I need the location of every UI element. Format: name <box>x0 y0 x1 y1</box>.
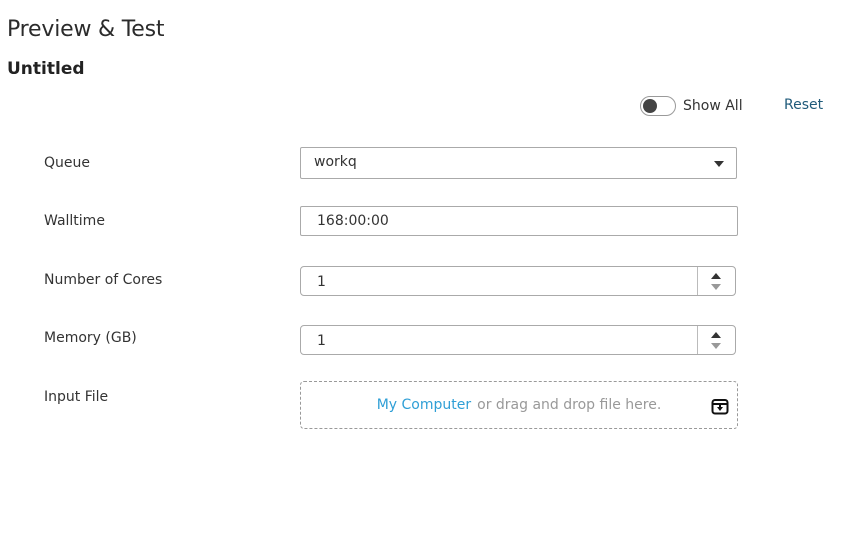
increment-icon[interactable] <box>711 273 721 279</box>
cores-input[interactable]: 1 <box>300 266 736 296</box>
queue-value: workq <box>314 154 357 170</box>
toggle-switch[interactable] <box>640 96 676 116</box>
form-name: Untitled <box>7 59 85 79</box>
decrement-icon[interactable] <box>711 284 721 290</box>
memory-input[interactable]: 1 <box>300 325 736 355</box>
show-all-toggle[interactable]: Show All <box>640 96 743 116</box>
cores-label: Number of Cores <box>44 272 163 288</box>
queue-select[interactable]: workq <box>300 147 737 179</box>
increment-icon[interactable] <box>711 332 721 338</box>
queue-label: Queue <box>44 155 90 171</box>
walltime-value: 168:00:00 <box>317 213 389 229</box>
input-file-label: Input File <box>44 389 109 405</box>
memory-value: 1 <box>317 333 326 349</box>
file-drop-zone[interactable]: My Computer or drag and drop file here. <box>300 381 738 429</box>
show-all-label: Show All <box>683 98 743 114</box>
reset-link[interactable]: Reset <box>784 97 823 113</box>
archive-download-icon[interactable] <box>711 397 729 415</box>
decrement-icon[interactable] <box>711 343 721 349</box>
cores-stepper[interactable] <box>697 267 735 295</box>
caret-down-icon <box>714 161 724 167</box>
walltime-input[interactable]: 168:00:00 <box>300 206 738 236</box>
my-computer-link[interactable]: My Computer <box>377 397 471 413</box>
page-title: Preview & Test <box>7 17 165 42</box>
memory-label: Memory (GB) <box>44 330 137 346</box>
cores-value: 1 <box>317 274 326 290</box>
walltime-label: Walltime <box>44 213 105 229</box>
toggle-knob <box>643 99 657 113</box>
drop-hint: or drag and drop file here. <box>477 397 662 413</box>
memory-stepper[interactable] <box>697 326 735 354</box>
